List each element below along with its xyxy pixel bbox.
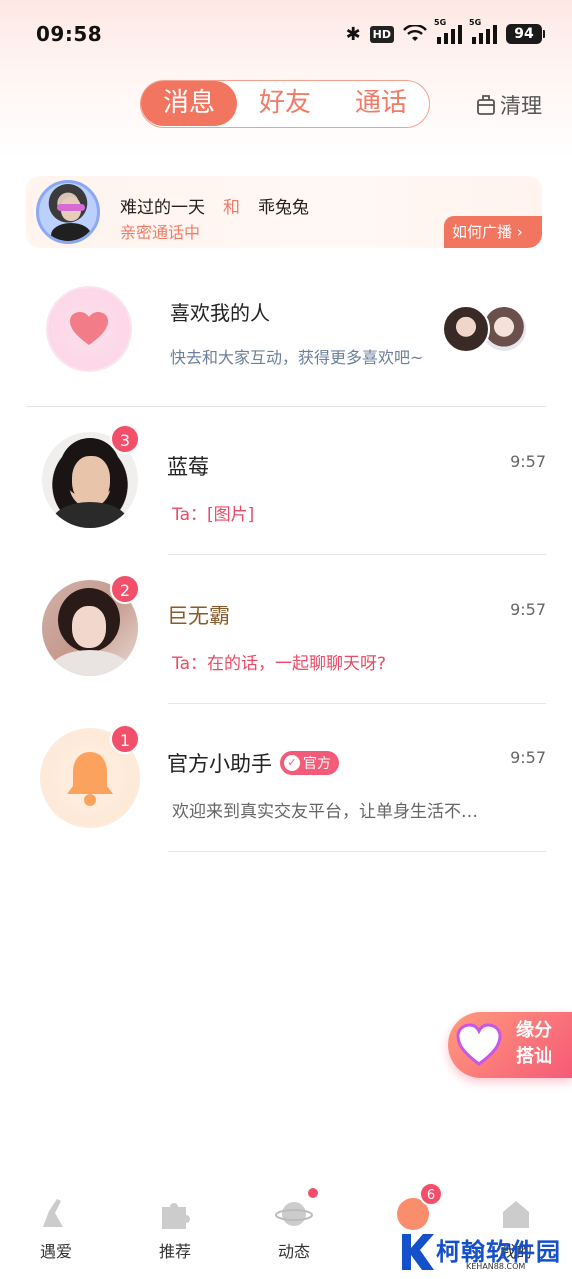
network-type-1: 5G (434, 18, 447, 27)
promo-line-2: 搭讪 (516, 1046, 552, 1067)
clean-button[interactable]: 清理 (476, 90, 542, 120)
chat-name-official[interactable]: 官方小助手 ✓ 官方 (167, 748, 339, 778)
tab-friends[interactable]: 好友 (237, 81, 333, 126)
divider (26, 406, 546, 407)
signal-icon-1: 5G (434, 18, 462, 44)
random-chat-float-button[interactable]: 缘分 搭讪 (448, 1012, 572, 1078)
liker-avatar-1 (442, 305, 490, 353)
how-to-broadcast-button[interactable]: 如何广播 › (444, 216, 542, 248)
chat-name[interactable]: 蓝莓 (167, 451, 209, 481)
status-time: 09:58 (36, 22, 103, 46)
tab-messages[interactable]: 消息 (141, 81, 237, 126)
heart-icon (456, 1023, 502, 1066)
chevron-right-icon: › (516, 223, 523, 241)
promo-line-1: 缘分 (516, 1020, 552, 1041)
tab-calls[interactable]: 通话 (333, 81, 429, 126)
nav-item-recommend[interactable]: 推荐 (135, 1194, 215, 1262)
nav-label: 推荐 (158, 1242, 191, 1261)
nav-label: 遇爱 (39, 1242, 72, 1261)
divider (168, 703, 546, 704)
chat-message-preview[interactable]: Ta：在的话，一起聊聊天呀? (172, 649, 386, 674)
likes-subtitle: 快去和大家互动，获得更多喜欢吧~ (170, 348, 424, 367)
banner-user-a: 难过的一天 (120, 198, 205, 218)
nav-item-moments[interactable]: 动态 (254, 1188, 334, 1262)
notification-dot (308, 1188, 318, 1198)
official-badge: ✓ 官方 (280, 751, 339, 775)
unread-badge: 1 (110, 724, 140, 754)
avatar[interactable] (36, 180, 100, 244)
chat-time: 9:57 (510, 748, 546, 767)
love-broom-icon (36, 1194, 76, 1234)
clean-label: 清理 (500, 94, 542, 118)
banner-user-b: 乖兔兔 (258, 198, 309, 218)
verified-icon: ✓ (284, 755, 300, 771)
divider (168, 851, 546, 852)
nav-item-yuai[interactable]: 遇爱 (16, 1194, 96, 1262)
unread-badge: 2 (110, 574, 140, 604)
banner-users: 难过的一天 和 乖兔兔 (120, 193, 309, 218)
chat-time: 9:57 (510, 600, 546, 619)
heart-icon[interactable] (48, 288, 130, 370)
chat-name: 官方小助手 (167, 752, 272, 776)
unread-badge: 3 (110, 424, 140, 454)
bluetooth-icon: ✱ (345, 23, 361, 45)
likes-title[interactable]: 喜欢我的人 (170, 297, 270, 326)
battery-icon: 94 (506, 24, 545, 44)
banner-button-label: 如何广播 (452, 223, 513, 241)
divider (168, 554, 546, 555)
chat-time: 9:57 (510, 452, 546, 471)
chat-name[interactable]: 巨无霸 (167, 600, 230, 630)
planet-icon (274, 1188, 318, 1234)
signal-icon-2: 5G (469, 18, 497, 44)
watermark: 柯翰软件园 KEHAN88.COM (392, 1228, 572, 1279)
banner-status: 亲密通话中 (120, 223, 201, 242)
official-tag-label: 官方 (303, 756, 331, 772)
wifi-icon (403, 25, 427, 43)
status-bar: 09:58 ✱ HD 5G 5G 94 (0, 0, 572, 66)
chat-message-preview[interactable]: 欢迎来到真实交友平台，让单身生活不… (172, 797, 522, 822)
puzzle-icon (155, 1194, 195, 1234)
unread-badge: 6 (419, 1182, 443, 1206)
promo-text: 缘分 搭讪 (508, 1018, 560, 1070)
hd-icon: HD (369, 25, 394, 43)
watermark-logo-icon (396, 1230, 436, 1274)
chat-message-preview[interactable]: Ta：[图片] (172, 500, 254, 525)
banner-and: 和 (223, 198, 240, 218)
live-call-banner[interactable]: 难过的一天 和 乖兔兔 亲密通话中 如何广播 › (26, 176, 542, 248)
watermark-site: KEHAN88.COM (466, 1262, 526, 1271)
nav-label: 动态 (277, 1242, 310, 1261)
status-icons: ✱ HD 5G 5G 94 (345, 18, 545, 46)
segment-tabs: 消息 好友 通话 (140, 80, 430, 128)
network-type-2: 5G (469, 18, 482, 27)
broom-icon (476, 94, 496, 116)
